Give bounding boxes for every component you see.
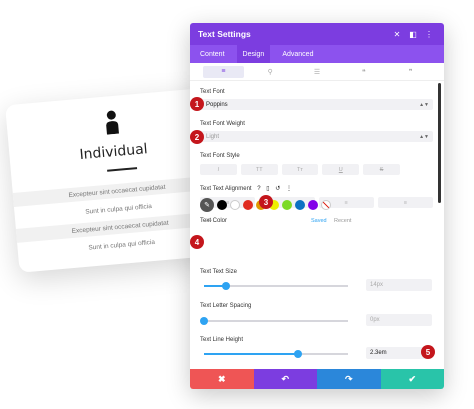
strikethrough-button[interactable]: S	[363, 164, 400, 175]
letter-spacing-input[interactable]: 0px	[366, 314, 432, 326]
title-divider	[107, 167, 138, 172]
recent-tab[interactable]: Recent	[334, 218, 351, 224]
design-subtabs: ≡ ⚲ ☰ ❝ ❞	[190, 63, 444, 81]
chevron-down-icon: ▲▼	[419, 101, 429, 108]
cancel-button[interactable]: ✖	[190, 369, 254, 389]
align-icon[interactable]: ≡	[203, 65, 244, 78]
more-icon[interactable]: ⋮	[422, 30, 436, 39]
color-swatch[interactable]	[217, 200, 227, 210]
saved-tab[interactable]: Saved	[311, 218, 327, 224]
text-font-weight-label: Text Font Weight	[200, 121, 245, 127]
save-button[interactable]: ✔	[380, 369, 444, 389]
capitalize-button[interactable]: Tт	[281, 164, 319, 175]
letter-spacing-slider[interactable]	[200, 317, 348, 325]
text-font-style-label: Text Font Style	[200, 153, 240, 159]
chevron-down-icon: ▲▼	[419, 133, 429, 140]
slider-knob[interactable]	[221, 282, 230, 290]
step-badge: 3	[259, 195, 273, 209]
color-swatch[interactable]	[230, 200, 240, 210]
text-font-label: Text Font	[200, 89, 225, 95]
person-icon	[106, 110, 119, 135]
text-alignment-label: Text Text Alignment ? ▯ ↺ ⋮	[200, 185, 292, 193]
color-swatch[interactable]	[243, 200, 253, 210]
help-icon[interactable]: ?	[257, 186, 260, 192]
text-alignment-text: Text Text Alignment	[200, 186, 252, 193]
slider-knob[interactable]	[200, 317, 208, 325]
quote-icon[interactable]: ❝	[343, 66, 384, 78]
quote-close-icon[interactable]: ❞	[390, 66, 431, 78]
more-colors-icon[interactable]: •••	[206, 218, 212, 224]
card-title: Individual	[78, 141, 149, 164]
step-badge: 1	[190, 97, 204, 111]
tab-content[interactable]: Content	[194, 45, 231, 63]
options-icon[interactable]: ⋮	[286, 185, 292, 192]
italic-button[interactable]: I	[200, 164, 237, 175]
split-icon[interactable]: ◧	[406, 30, 420, 39]
panel-header: Text Settings ✕ ◧ ⋮	[190, 23, 444, 45]
tab-advanced[interactable]: Advanced	[276, 45, 319, 63]
tab-design[interactable]: Design	[236, 45, 271, 63]
no-color-swatch[interactable]	[321, 200, 331, 210]
text-font-weight-select[interactable]: Light ▲▼	[200, 131, 433, 142]
step-badge: 4	[190, 235, 204, 249]
undo-button[interactable]: ↶	[253, 369, 317, 389]
link-icon[interactable]: ⚲	[250, 66, 291, 78]
line-height-label: Text Line Height	[200, 337, 244, 343]
panel-title: Text Settings	[198, 29, 251, 39]
text-font-weight-value: Light	[206, 133, 220, 140]
text-font-select[interactable]: Poppins ▲▼	[200, 99, 433, 110]
font-style-buttons: I TT Tт U S	[200, 164, 400, 175]
close-icon[interactable]: ✕	[390, 30, 404, 39]
align-justify-button[interactable]: ≡	[377, 197, 433, 208]
color-palette-tabs: ••• Saved Recent	[200, 218, 433, 226]
redo-button[interactable]: ↷	[317, 369, 381, 389]
text-size-slider[interactable]	[204, 282, 348, 290]
text-settings-panel: Text Settings ✕ ◧ ⋮ Content Design Advan…	[190, 23, 444, 389]
text-size-input[interactable]: 14px	[366, 279, 432, 291]
color-swatch[interactable]	[295, 200, 305, 210]
color-swatch[interactable]	[282, 200, 292, 210]
step-badge: 5	[421, 345, 435, 359]
text-font-value: Poppins	[206, 101, 228, 108]
letter-spacing-label: Text Letter Spacing	[200, 303, 252, 309]
panel-footer: ✖ ↶ ↷ ✔	[190, 369, 444, 389]
device-icon[interactable]: ▯	[266, 185, 269, 192]
uppercase-button[interactable]: TT	[240, 164, 278, 175]
slider-fill	[204, 353, 298, 355]
panel-tabs: Content Design Advanced	[190, 45, 444, 63]
step-badge: 2	[190, 130, 204, 144]
line-height-slider[interactable]	[204, 350, 348, 358]
text-size-label: Text Text Size	[200, 269, 237, 275]
color-swatch[interactable]	[308, 200, 318, 210]
slider-knob[interactable]	[293, 350, 302, 358]
underline-button[interactable]: U	[322, 164, 360, 175]
eyedropper-icon[interactable]: ✎	[200, 198, 214, 212]
list-icon[interactable]: ☰	[297, 66, 338, 78]
reset-icon[interactable]: ↺	[275, 185, 280, 192]
